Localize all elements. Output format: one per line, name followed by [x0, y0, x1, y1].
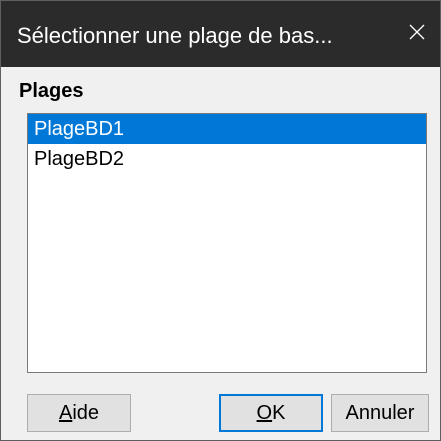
dialog-title: Sélectionner une plage de bas... — [17, 23, 333, 48]
cancel-button[interactable]: Annuler — [331, 394, 429, 432]
help-mnemonic: A — [58, 402, 73, 424]
close-icon — [409, 24, 425, 45]
ok-button[interactable]: OK — [219, 394, 323, 432]
cancel-label: Annuler — [345, 402, 415, 424]
list-item-label: PlageBD1 — [34, 118, 125, 140]
help-label-rest: ide — [72, 402, 100, 424]
ranges-label: Plages — [19, 80, 84, 102]
ok-mnemonic: O — [256, 402, 273, 424]
ranges-list[interactable]: PlageBD1 PlageBD2 — [27, 113, 427, 373]
list-item-plagebd1[interactable]: PlageBD1 — [28, 114, 426, 144]
list-item-label: PlageBD2 — [34, 148, 125, 170]
close-button[interactable] — [394, 1, 440, 67]
dialog-body: Plages PlageBD1 PlageBD2 Aide OK Annuler — [1, 67, 440, 440]
title-bar[interactable]: Sélectionner une plage de bas... — [1, 1, 440, 67]
help-button[interactable]: Aide — [27, 394, 131, 432]
select-database-range-dialog: Sélectionner une plage de bas... Plages … — [0, 0, 441, 441]
ok-label-rest: K — [272, 402, 286, 424]
list-item-plagebd2[interactable]: PlageBD2 — [28, 144, 426, 174]
